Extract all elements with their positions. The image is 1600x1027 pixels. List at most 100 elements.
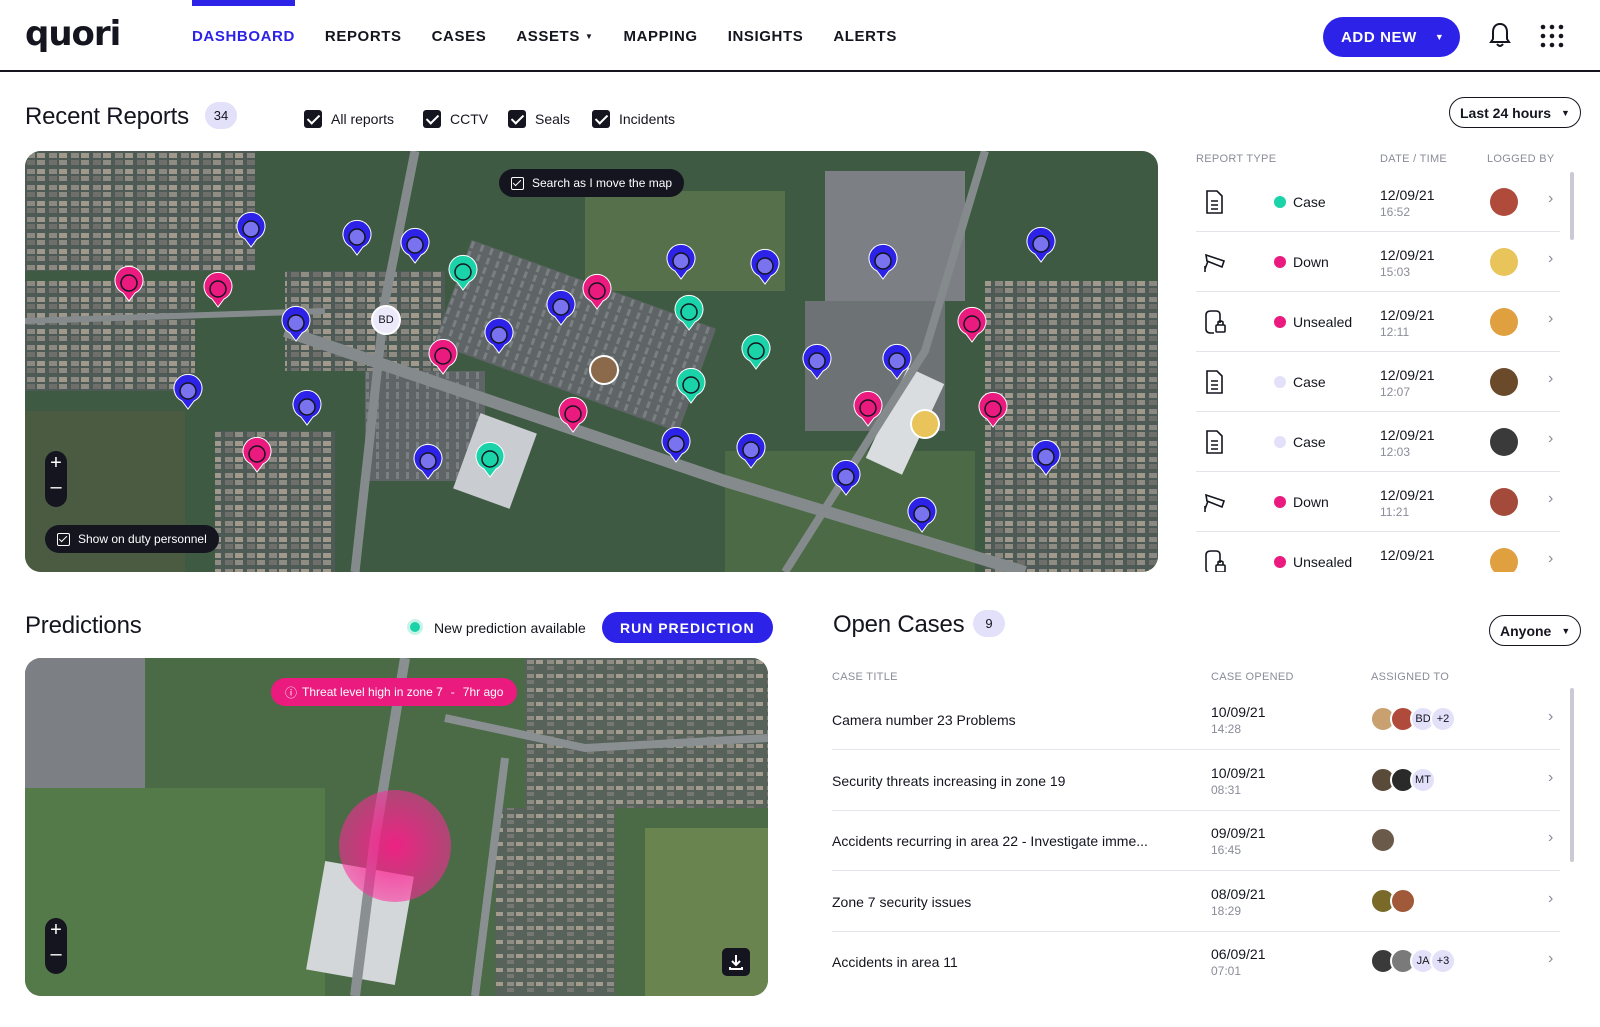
report-row[interactable]: Case 12/09/21 16:52 › <box>1196 172 1560 232</box>
report-status: Down <box>1274 494 1329 510</box>
report-list: Case 12/09/21 16:52 › Down 12/09/21 15:03 › Unse… <box>0 0 1600 572</box>
report-status: Case <box>1274 434 1326 450</box>
chevron-right-icon: › <box>1548 950 1554 967</box>
zoom-out-button[interactable]: – <box>45 942 67 966</box>
case-title: Zone 7 security issues <box>832 893 972 910</box>
case-time: 08:31 <box>1211 782 1242 797</box>
report-date: 12/09/21 <box>1380 547 1435 563</box>
threat-separator: - <box>450 685 455 699</box>
case-row[interactable]: Accidents recurring in area 22 - Investi… <box>832 811 1560 871</box>
case-time: 16:45 <box>1211 843 1242 857</box>
status-label: Unsealed <box>1293 314 1353 330</box>
avatar <box>1490 368 1518 396</box>
assignee-avatars[interactable] <box>1370 827 1396 853</box>
map-zoom-control[interactable]: + – <box>45 918 67 974</box>
zoom-in-button[interactable]: + <box>45 918 67 942</box>
report-date: 12/09/21 <box>1380 427 1435 443</box>
report-datetime: 12/09/21 12:07 <box>1380 367 1435 401</box>
status-label: Case <box>1293 194 1326 210</box>
report-row[interactable]: Down 12/09/21 15:03 › <box>1196 232 1560 292</box>
report-list-scrollbar[interactable] <box>1570 172 1574 240</box>
case-row[interactable]: Zone 7 security issues 08/09/21 18:29 › <box>832 872 1560 932</box>
report-date: 12/09/21 <box>1380 367 1435 383</box>
avatar <box>1490 308 1518 336</box>
avatar <box>1490 548 1518 572</box>
case-date: 10/09/21 <box>1211 764 1266 781</box>
col-assigned-to: ASSIGNED TO <box>1371 671 1450 683</box>
satellite-map-image <box>25 658 768 996</box>
report-time: 11:21 <box>1380 505 1410 519</box>
report-date: 12/09/21 <box>1380 307 1435 323</box>
report-status: Down <box>1274 254 1329 270</box>
status-label: Down <box>1293 254 1329 270</box>
document-icon <box>1202 429 1226 460</box>
case-row[interactable]: Accidents in area 11 06/09/21 07:01 JA +3 › <box>832 932 1560 992</box>
status-label: Case <box>1293 434 1326 450</box>
report-date: 12/09/21 <box>1380 247 1435 263</box>
case-opened-datetime: 10/09/21 08:31 <box>1211 765 1266 799</box>
case-opened-datetime: 06/09/21 07:01 <box>1211 946 1266 980</box>
report-datetime: 12/09/21 <box>1380 547 1435 564</box>
predictions-map[interactable]: ⓘ Threat level high in zone 7-7hr ago + – <box>25 658 768 996</box>
report-row[interactable]: Down 12/09/21 11:21 › <box>1196 472 1560 532</box>
avatar <box>1490 428 1518 456</box>
case-date: 09/09/21 <box>1211 825 1266 841</box>
status-dot <box>1274 316 1286 328</box>
download-icon[interactable] <box>722 948 750 976</box>
status-dot <box>1274 196 1286 208</box>
assignee-avatars[interactable]: MT <box>1370 766 1436 793</box>
avatar-initials: MT <box>1410 766 1436 793</box>
report-time: 12:03 <box>1380 445 1411 459</box>
case-date: 10/09/21 <box>1211 704 1266 720</box>
report-row[interactable]: Case 12/09/21 12:07 › <box>1196 352 1560 412</box>
avatar <box>1490 188 1518 216</box>
report-time: 15:03 <box>1380 265 1411 279</box>
chevron-right-icon: › <box>1548 829 1554 846</box>
chevron-right-icon: › <box>1548 310 1554 327</box>
chevron-right-icon: › <box>1548 708 1554 725</box>
assignee-avatars[interactable] <box>1370 887 1416 914</box>
report-row[interactable]: Case 12/09/21 12:03 › <box>1196 412 1560 472</box>
document-icon <box>1202 189 1226 220</box>
col-case-title: CASE TITLE <box>832 671 898 683</box>
assignee-dropdown[interactable]: Anyone ▼ <box>1489 615 1582 646</box>
status-dot <box>1274 556 1286 568</box>
report-status: Unsealed <box>1274 314 1352 330</box>
alert-circle-icon: ⓘ <box>285 685 298 700</box>
chevron-right-icon: › <box>1548 490 1554 507</box>
report-time: 12:07 <box>1380 385 1411 399</box>
report-row[interactable]: Unsealed 12/09/21 › <box>1196 532 1560 572</box>
report-time: 16:52 <box>1380 205 1411 219</box>
status-dot <box>1274 256 1286 268</box>
cctv-camera-icon <box>1202 249 1230 280</box>
col-case-opened: CASE OPENED <box>1211 671 1294 683</box>
threat-heat-zone[interactable] <box>339 790 451 902</box>
chevron-right-icon: › <box>1548 250 1554 267</box>
avatar <box>1490 488 1518 516</box>
report-row[interactable]: Unsealed 12/09/21 12:11 › <box>1196 292 1560 352</box>
report-status: Case <box>1274 374 1326 390</box>
run-prediction-button[interactable]: RUN PREDICTION <box>602 612 773 643</box>
case-title: Security threats increasing in zone 19 <box>832 772 1066 789</box>
case-list-scrollbar[interactable] <box>1570 688 1574 862</box>
case-opened-datetime: 09/09/21 16:45 <box>1211 825 1266 859</box>
chevron-right-icon: › <box>1548 768 1554 786</box>
chevron-right-icon: › <box>1548 430 1554 447</box>
seal-lock-icon <box>1202 549 1228 572</box>
report-status: Case <box>1274 194 1326 210</box>
case-time: 18:29 <box>1211 903 1242 918</box>
prediction-status-dot <box>407 619 423 635</box>
report-datetime: 12/09/21 12:03 <box>1380 427 1435 461</box>
case-row[interactable]: Security threats increasing in zone 19 10… <box>832 751 1560 811</box>
report-date: 12/09/21 <box>1380 487 1435 503</box>
assignee-label: Anyone <box>1500 622 1552 639</box>
report-time: 12:11 <box>1380 325 1410 339</box>
avatar-initials: +3 <box>1430 948 1456 974</box>
predictions-title: Predictions <box>25 612 142 639</box>
report-datetime: 12/09/21 16:52 <box>1380 187 1435 221</box>
threat-alert-pill[interactable]: ⓘ Threat level high in zone 7-7hr ago <box>271 678 518 706</box>
assignee-avatars[interactable]: JA +3 <box>1370 948 1456 974</box>
assignee-avatars[interactable]: BD +2 <box>1370 706 1456 732</box>
case-row[interactable]: Camera number 23 Problems 10/09/21 14:28 BD… <box>832 690 1560 750</box>
status-dot <box>1274 436 1286 448</box>
